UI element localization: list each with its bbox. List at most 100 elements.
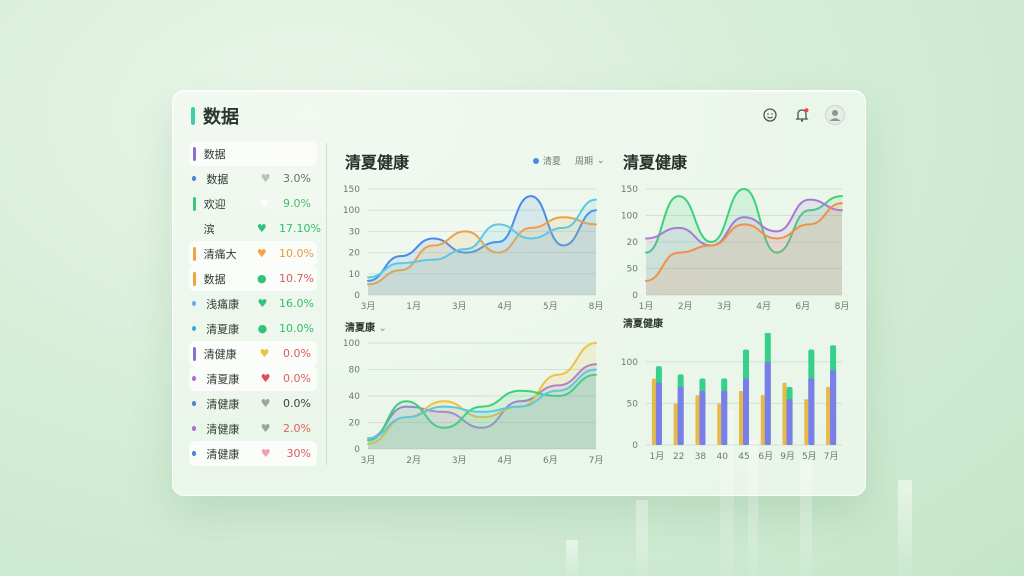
bar xyxy=(699,391,706,445)
heart-icon: ● xyxy=(257,272,267,285)
sidebar-item-value: 0.0% xyxy=(283,397,311,410)
header-icons xyxy=(761,105,845,125)
x-tick-label: 7月 xyxy=(824,451,839,462)
bar-marker xyxy=(193,346,196,361)
y-tick-label: 10 xyxy=(349,270,361,280)
background-light-beam xyxy=(898,480,912,576)
sidebar-item-label: 浅痛康 xyxy=(206,297,240,311)
y-tick-label: 0 xyxy=(354,291,360,301)
chart3-title: 清夏康 ⌄ xyxy=(345,323,387,334)
x-tick-label: 45 xyxy=(738,452,749,462)
sidebar-item-label: 欢迎 xyxy=(203,197,226,211)
x-tick-label: 3月 xyxy=(361,455,376,466)
sidebar-item-label: 清健康 xyxy=(206,422,240,436)
background-light-beam xyxy=(636,500,648,576)
sidebar-item[interactable]: 清痛大 ♥ 10.0% xyxy=(189,241,317,266)
dot-marker xyxy=(192,376,197,381)
bar xyxy=(786,399,793,445)
chart1-line: 0 10 20 30 100 150 3月 1月 3月 4月 5月 8月 xyxy=(343,185,603,312)
background-light-beam xyxy=(566,540,578,576)
x-tick-label: 7月 xyxy=(589,455,603,466)
heart-icon: ♥ xyxy=(256,247,267,260)
sidebar-item-label: 数据 xyxy=(203,147,226,161)
bar-marker xyxy=(193,146,196,161)
series-area xyxy=(368,199,596,295)
bar xyxy=(808,378,815,445)
title-accent xyxy=(191,107,195,125)
y-tick-label: 0 xyxy=(632,441,638,451)
sidebar-item[interactable]: 浅痛康 ♥ 16.0% xyxy=(189,291,317,316)
heart-icon: ♥ xyxy=(260,172,271,185)
sidebar-item-value: 16.0% xyxy=(279,297,314,310)
y-tick-label: 100 xyxy=(621,358,638,368)
bell-icon[interactable] xyxy=(793,106,811,124)
sidebar-item[interactable]: 滨 ♥ 17.10% xyxy=(189,216,321,241)
x-tick-label: 8月 xyxy=(589,301,603,312)
title-bar: 数据 xyxy=(191,103,239,129)
app-title: 数据 xyxy=(203,107,239,128)
bar xyxy=(764,361,771,445)
sidebar-item[interactable]: 数据 xyxy=(189,141,317,166)
sidebar-item-label: 数据 xyxy=(206,172,229,186)
x-tick-label: 4月 xyxy=(497,455,512,466)
y-tick-label: 100 xyxy=(343,339,360,349)
divider xyxy=(326,143,327,465)
y-tick-label: 50 xyxy=(627,399,639,409)
bar xyxy=(782,382,787,445)
sidebar-list: 数据 数据 ♥ 3.0% 欢迎 ♥ 9.0% 滨 ♥ 17.10% 清痛大 ♥ 10.0% 数据 ● 10.7… xyxy=(189,141,321,466)
bar-marker xyxy=(193,271,196,286)
chart1-legend[interactable]: 清夏 周期 ⌄ xyxy=(533,154,605,167)
chart4-bar: 0 50 100 1月 22 38 40 45 6月 9月 5月 7月 xyxy=(621,333,842,462)
sidebar-item-value: 3.0% xyxy=(283,172,311,185)
x-tick-label: 6月 xyxy=(543,455,558,466)
dot-marker xyxy=(192,451,197,456)
y-tick-label: 20 xyxy=(349,419,361,429)
period-select[interactable]: 周期 xyxy=(575,154,593,167)
sidebar-item-label: 清健康 xyxy=(203,347,237,361)
x-tick-label: 5月 xyxy=(802,451,817,462)
x-tick-label: 4月 xyxy=(756,301,771,312)
y-tick-label: 80 xyxy=(349,366,361,376)
sidebar-item[interactable]: 清夏康 ♥ 0.0% xyxy=(189,366,317,391)
bar-marker xyxy=(193,246,196,261)
sidebar-item[interactable]: 数据 ● 10.7% xyxy=(189,266,317,291)
bar xyxy=(826,386,831,445)
sidebar-item-value: 30% xyxy=(286,447,311,460)
chevron-down-icon[interactable]: ⌄ xyxy=(378,323,386,334)
x-tick-label: 2月 xyxy=(406,455,421,466)
bar xyxy=(651,378,656,445)
sidebar-item-value: 0.0% xyxy=(283,347,311,360)
sidebar-item[interactable]: 清健康 ♥ 2.0% xyxy=(189,416,317,441)
sidebar-item[interactable]: 清健康 ♥ 30% xyxy=(189,441,317,466)
y-tick-label: 40 xyxy=(349,392,361,402)
x-tick-label: 6月 xyxy=(795,301,810,312)
sidebar-item[interactable]: 清健康 ♥ 0.0% xyxy=(189,391,317,416)
bar xyxy=(695,395,700,445)
sidebar-item-value: 10.0% xyxy=(279,247,314,260)
x-tick-label: 3月 xyxy=(717,301,732,312)
x-tick-label: 4月 xyxy=(497,301,512,312)
smile-icon[interactable] xyxy=(761,106,779,124)
x-tick-label: 9月 xyxy=(780,451,795,462)
avatar[interactable] xyxy=(825,105,845,125)
y-tick-label: 150 xyxy=(343,185,360,195)
heart-icon: ♥ xyxy=(259,347,270,360)
chart4-title: 清夏健康 xyxy=(623,319,663,330)
dot-marker xyxy=(192,426,197,431)
heart-icon: ● xyxy=(257,322,268,335)
sidebar-item[interactable]: 清夏康 ● 10.0% xyxy=(189,316,317,341)
chevron-down-icon[interactable]: ⌄ xyxy=(597,156,605,166)
sidebar-item-label: 清夏康 xyxy=(206,322,240,336)
x-tick-label: 3月 xyxy=(361,301,376,312)
chart2-title: 清夏健康 xyxy=(623,153,688,172)
sidebar-item[interactable]: 欢迎 ♥ 9.0% xyxy=(189,191,317,216)
x-tick-label: 2月 xyxy=(678,301,693,312)
sidebar-item[interactable]: 数据 ♥ 3.0% xyxy=(189,166,317,191)
bar xyxy=(743,378,749,445)
sidebar-item-value: 10.0% xyxy=(279,322,314,335)
y-tick-label: 20 xyxy=(627,238,639,248)
heart-icon: ♥ xyxy=(260,447,271,460)
x-tick-label: 1月 xyxy=(650,451,665,462)
sidebar-item[interactable]: 清健康 ♥ 0.0% xyxy=(189,341,317,366)
bar xyxy=(655,382,662,445)
